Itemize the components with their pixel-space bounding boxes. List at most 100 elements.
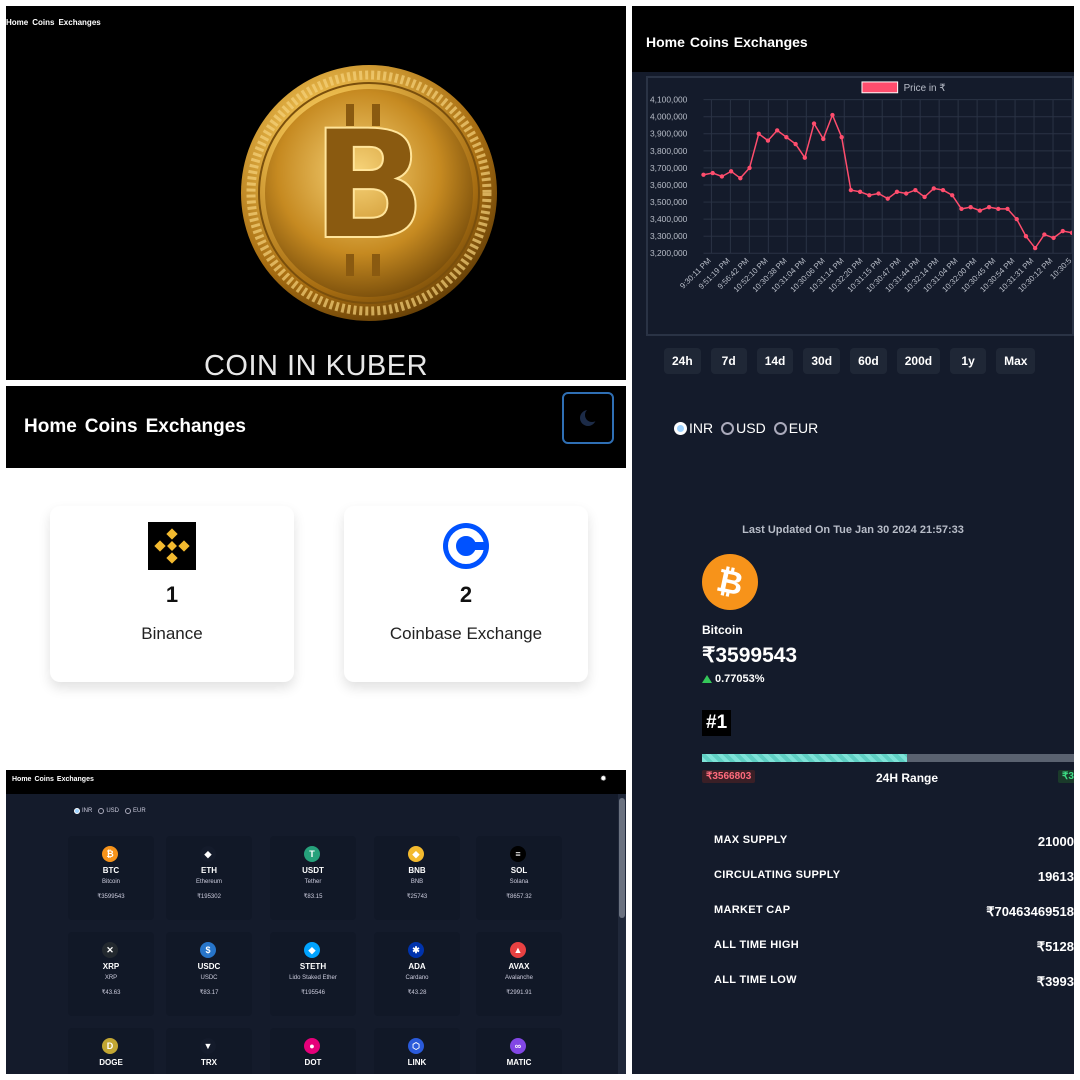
price-point bbox=[1042, 232, 1047, 237]
coin-name: Avalanche bbox=[505, 975, 533, 981]
price-point bbox=[894, 189, 900, 194]
price-point bbox=[719, 174, 725, 179]
nav-exchanges-link[interactable]: Exchanges bbox=[58, 18, 100, 27]
currency-radio-eur[interactable]: EUR bbox=[773, 420, 818, 436]
nav-home-link[interactable]: Home bbox=[12, 776, 31, 783]
top-nav: Home Coins Exchanges bbox=[12, 776, 94, 783]
coin-card[interactable]: $ USDC USDC ₹83.17 bbox=[166, 932, 252, 1016]
coin-symbol: AVAX bbox=[508, 962, 530, 971]
nav-home-link[interactable]: Home bbox=[646, 34, 685, 50]
price-point bbox=[811, 121, 817, 126]
timeframe-button-1y[interactable]: 1y bbox=[950, 348, 987, 374]
nav-home-link[interactable]: Home bbox=[24, 416, 77, 438]
currency-radio-usd[interactable]: USD bbox=[721, 420, 766, 436]
coin-symbol: DOT bbox=[304, 1058, 322, 1067]
coin-card[interactable]: ◆ ETH Ethereum ₹195302 bbox=[166, 836, 252, 920]
nav-coins-link[interactable]: Coins bbox=[690, 34, 729, 50]
coin-card[interactable]: ⬡ LINK bbox=[374, 1028, 460, 1074]
arrow-up-icon bbox=[702, 675, 712, 683]
bnb-icon: ◆ bbox=[408, 846, 424, 862]
timeframe-button-7d[interactable]: 7d bbox=[710, 348, 747, 374]
price-point bbox=[784, 135, 789, 140]
coin-symbol: ADA bbox=[408, 962, 426, 971]
nav-coins-link[interactable]: Coins bbox=[85, 416, 138, 438]
coin-card[interactable]: ◆ STETH Lido Staked Ether ₹195546 bbox=[270, 932, 356, 1016]
price-point bbox=[793, 141, 798, 147]
nav-coins-link[interactable]: Coins bbox=[34, 776, 53, 783]
price-point bbox=[802, 155, 807, 160]
timeframe-button-30d[interactable]: 30d bbox=[803, 348, 841, 374]
coin-card[interactable]: ∞ MATIC bbox=[476, 1028, 562, 1074]
header-bar: Home Coins Exchanges bbox=[6, 386, 626, 468]
timeframe-button-24h[interactable]: 24h bbox=[664, 348, 701, 374]
chainlink-icon: ⬡ bbox=[408, 1038, 424, 1054]
exchanges-panel: Home Coins Exchanges 1 Binance 2 Coinbas… bbox=[6, 386, 626, 766]
price-point bbox=[1060, 228, 1065, 234]
y-tick-label: 3,400,000 bbox=[650, 214, 688, 224]
timeframe-buttons: 24h 7d 14d 30d 60d 200d 1y Max bbox=[664, 348, 1036, 374]
theme-toggle-icon[interactable]: ✹ bbox=[600, 774, 607, 783]
svg-text:B: B bbox=[312, 99, 426, 273]
cardano-icon: ✱ bbox=[408, 942, 424, 958]
timeframe-button-200d[interactable]: 200d bbox=[896, 348, 941, 374]
bitcoin-icon: ₿ bbox=[102, 846, 118, 862]
price-point bbox=[839, 135, 844, 140]
currency-radio-usd[interactable]: USD bbox=[98, 808, 119, 814]
currency-radio-eur[interactable]: EUR bbox=[125, 808, 146, 814]
coin-symbol: STETH bbox=[299, 962, 327, 971]
range-high-badge: ₹3 bbox=[1058, 770, 1074, 783]
currency-radio-inr[interactable]: INR bbox=[674, 420, 713, 436]
xrp-icon: ✕ bbox=[102, 942, 118, 958]
price-point bbox=[931, 186, 936, 191]
coin-card[interactable]: ₿ BTC Bitcoin ₹3599543 bbox=[68, 836, 154, 920]
coin-card[interactable]: ● DOT bbox=[270, 1028, 356, 1074]
bitcoin-icon: ₿ bbox=[702, 554, 758, 610]
timeframe-button-14d[interactable]: 14d bbox=[756, 348, 794, 374]
nav-exchanges-link[interactable]: Exchanges bbox=[57, 776, 94, 783]
y-tick-label: 4,000,000 bbox=[650, 112, 688, 122]
coin-card[interactable]: ✕ XRP XRP ₹43.63 bbox=[68, 932, 154, 1016]
coin-name: USDC bbox=[200, 975, 218, 981]
nav-home-link[interactable]: Home bbox=[6, 18, 28, 27]
coin-price: ₹83.15 bbox=[303, 894, 323, 900]
coin-name: Solana bbox=[509, 879, 529, 885]
timeframe-button-60d[interactable]: 60d bbox=[850, 348, 887, 374]
coin-price: ₹195302 bbox=[197, 894, 221, 900]
coins-panel: Home Coins Exchanges ✹ INR USD EUR ₿ BTC B… bbox=[6, 770, 626, 1074]
price-point bbox=[756, 131, 761, 136]
price-point bbox=[765, 138, 771, 143]
coin-card[interactable]: ▼ TRX bbox=[166, 1028, 252, 1074]
legend-label: Price in ₹ bbox=[904, 83, 946, 94]
nav-exchanges-link[interactable]: Exchanges bbox=[146, 416, 246, 438]
nav-coins-link[interactable]: Coins bbox=[32, 18, 54, 27]
range-label: 24H Range bbox=[876, 771, 939, 785]
binance-logo bbox=[148, 522, 196, 570]
exchange-card[interactable]: 1 Binance bbox=[50, 506, 294, 682]
coin-price: ₹3599543 bbox=[97, 894, 125, 900]
scrollbar[interactable] bbox=[618, 794, 626, 1074]
nav-exchanges-link[interactable]: Exchanges bbox=[734, 34, 808, 50]
price-point bbox=[876, 191, 881, 196]
timeframe-button-max[interactable]: Max bbox=[996, 348, 1036, 374]
coin-card[interactable]: T USDT Tether ₹83.15 bbox=[270, 836, 356, 920]
coin-detail-panel: Home Coins Exchanges Price in ₹ 4,100,000… bbox=[632, 6, 1074, 1074]
coin-card[interactable]: D DOGE bbox=[68, 1028, 154, 1074]
coin-card[interactable]: ≡ SOL Solana ₹8657.32 bbox=[476, 836, 562, 920]
y-tick-label: 3,500,000 bbox=[650, 197, 688, 207]
coin-price: ₹83.17 bbox=[199, 990, 219, 996]
price-point bbox=[950, 193, 955, 198]
currency-radio-inr[interactable]: INR bbox=[74, 808, 92, 814]
price-point bbox=[821, 136, 826, 142]
stat-label: ALL TIME LOW bbox=[714, 974, 797, 986]
currency-selector: INR USD EUR bbox=[74, 808, 146, 814]
coin-symbol: DOGE bbox=[99, 1058, 123, 1067]
exchange-card[interactable]: 2 Coinbase Exchange bbox=[344, 506, 588, 682]
price-point bbox=[959, 206, 964, 212]
theme-toggle-button[interactable] bbox=[562, 392, 614, 444]
coin-price: ₹43.28 bbox=[407, 990, 427, 996]
coin-card[interactable]: ◆ BNB BNB ₹25743 bbox=[374, 836, 460, 920]
coin-card[interactable]: ✱ ADA Cardano ₹43.28 bbox=[374, 932, 460, 1016]
coin-card[interactable]: ▲ AVAX Avalanche ₹2991.91 bbox=[476, 932, 562, 1016]
exchange-name: Coinbase Exchange bbox=[389, 624, 543, 643]
coin-name: BNB bbox=[410, 879, 424, 885]
